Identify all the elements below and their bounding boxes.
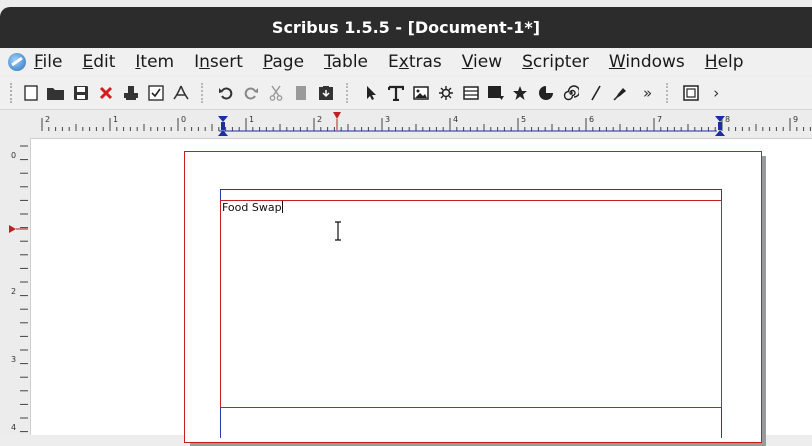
ruler-label: 4 (11, 423, 16, 432)
menu-file[interactable]: File (34, 52, 62, 72)
vertical-ruler[interactable]: 0 2 3 4 (0, 138, 31, 435)
ruler-right-margin-marker[interactable] (715, 116, 725, 136)
ruler-label: 0 (181, 115, 186, 124)
preflight-check-icon[interactable] (145, 82, 167, 104)
print-icon[interactable] (120, 82, 142, 104)
ruler-label: 2 (317, 115, 322, 124)
close-document-icon[interactable] (95, 82, 117, 104)
toolbar-separator (346, 83, 354, 103)
bezier-pen-icon[interactable] (610, 82, 632, 104)
ruler-label: 0 (11, 151, 16, 160)
ruler-label: 1 (113, 115, 118, 124)
ruler-position-indicator (333, 112, 341, 119)
new-document-icon[interactable] (20, 82, 42, 104)
menu-page[interactable]: Page (263, 52, 304, 72)
window-title: Scribus 1.5.5 - [Document-1*] (271, 18, 541, 37)
document-canvas[interactable]: Food Swap (31, 139, 812, 446)
ruler-label: 5 (521, 115, 526, 124)
spiral-icon[interactable] (560, 82, 582, 104)
text-caret (281, 201, 283, 213)
preview-mode-icon[interactable] (680, 82, 702, 104)
menu-view[interactable]: View (462, 52, 502, 72)
horizontal-ruler[interactable]: 2 1 0 1 2 3 4 5 6 7 8 9 (30, 110, 812, 139)
menu-edit[interactable]: Edit (82, 52, 115, 72)
ruler-label: 7 (657, 115, 662, 124)
ruler-label: 4 (453, 115, 458, 124)
copy-icon[interactable] (290, 82, 312, 104)
menu-item[interactable]: Item (135, 52, 174, 72)
ruler-label: 2 (45, 115, 50, 124)
text-frame-icon[interactable] (385, 82, 407, 104)
render-frame-icon[interactable] (435, 82, 457, 104)
toolbar-overflow-right-icon[interactable]: › (713, 84, 719, 102)
vertical-ruler-position-indicator (9, 225, 16, 233)
ruler-label: 3 (11, 355, 16, 364)
ruler-corner (0, 110, 30, 138)
menu-scripter[interactable]: Scripter (522, 52, 589, 72)
menu-help[interactable]: Help (705, 52, 744, 72)
frame-text: Food Swap (222, 201, 282, 214)
ruler-left-margin-marker[interactable] (218, 116, 228, 136)
select-arrow-icon[interactable] (360, 82, 382, 104)
save-icon[interactable] (70, 82, 92, 104)
ruler-label: 8 (725, 115, 730, 124)
undo-icon[interactable] (215, 82, 237, 104)
line-icon[interactable] (585, 82, 607, 104)
ruler-label: 1 (249, 115, 254, 124)
arc-icon[interactable] (535, 82, 557, 104)
toolbar-overflow-icon[interactable]: » (643, 84, 652, 102)
ruler-label: 2 (11, 287, 16, 296)
ruler-label: 6 (589, 115, 594, 124)
menu-bar: File Edit Item Insert Page Table Extras … (0, 48, 812, 76)
toolbar-separator (201, 83, 209, 103)
redo-icon[interactable] (240, 82, 262, 104)
margin-guide-bottom (220, 407, 722, 438)
paste-icon[interactable] (315, 82, 337, 104)
vertical-ruler-svg: 0 2 3 4 (9, 145, 28, 433)
frame-text-content[interactable]: Food Swap (222, 201, 283, 214)
menu-windows[interactable]: Windows (609, 52, 685, 72)
ruler-label: 3 (385, 115, 390, 124)
main-toolbar: » › (0, 77, 812, 110)
menu-extras[interactable]: Extras (388, 52, 442, 72)
horizontal-ruler-svg: 2 1 0 1 2 3 4 5 6 7 8 9 (41, 112, 811, 136)
menu-insert[interactable]: Insert (194, 52, 243, 72)
menu-table[interactable]: Table (324, 52, 368, 72)
image-frame-icon[interactable] (410, 82, 432, 104)
open-folder-icon[interactable] (45, 82, 67, 104)
cut-icon[interactable] (265, 82, 287, 104)
export-pdf-icon[interactable] (170, 82, 192, 104)
table-icon[interactable] (460, 82, 482, 104)
window-titlebar: Scribus 1.5.5 - [Document-1*] (0, 7, 812, 48)
polygon-star-icon[interactable] (510, 82, 532, 104)
ruler-label: 9 (793, 115, 798, 124)
ibeam-cursor-icon (335, 221, 341, 241)
toolbar-separator (666, 83, 674, 103)
scribus-logo-icon (8, 53, 26, 71)
text-frame[interactable]: Food Swap (220, 200, 722, 408)
toolbar-grip[interactable] (10, 83, 20, 103)
shape-icon[interactable] (485, 82, 507, 104)
